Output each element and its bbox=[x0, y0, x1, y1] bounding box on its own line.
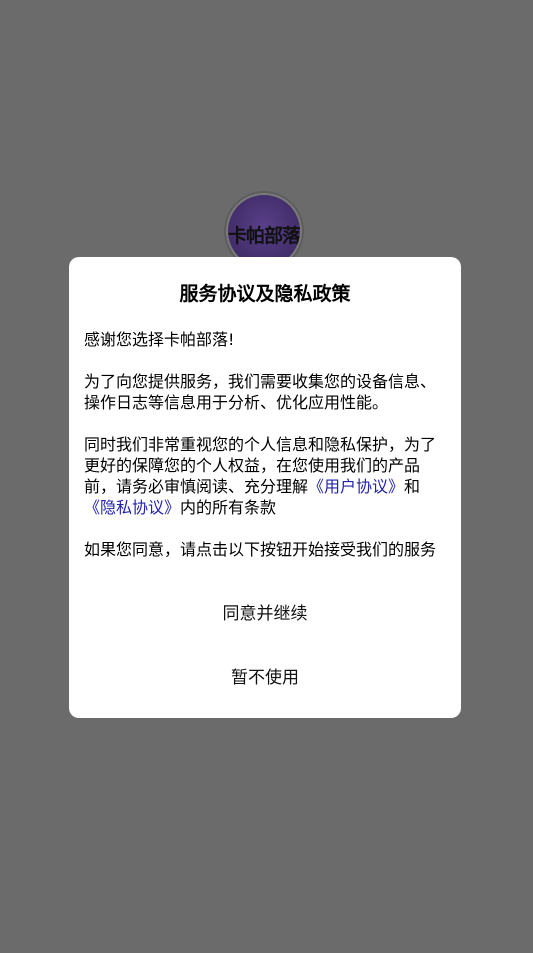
agree-continue-button[interactable]: 同意并继续 bbox=[69, 593, 461, 633]
privacy-agreement-link[interactable]: 《隐私协议》 bbox=[84, 498, 180, 517]
user-agreement-link[interactable]: 《用户协议》 bbox=[308, 477, 404, 496]
decline-button[interactable]: 暂不使用 bbox=[69, 657, 461, 697]
privacy-policy-dialog: 服务协议及隐私政策 感谢您选择卡帕部落! 为了向您提供服务，我们需要收集您的设备… bbox=[69, 257, 461, 718]
data-collection-text: 为了向您提供服务，我们需要收集您的设备信息、操作日志等信息用于分析、优化应用性能… bbox=[84, 372, 437, 412]
dialog-title: 服务协议及隐私政策 bbox=[179, 283, 351, 305]
dialog-body: 感谢您选择卡帕部落! 为了向您提供服务，我们需要收集您的设备信息、操作日志等信息… bbox=[84, 329, 446, 581]
greeting-text: 感谢您选择卡帕部落! bbox=[84, 330, 235, 349]
consent-text: 如果您同意，请点击以下按钮开始接受我们的服务 bbox=[84, 540, 437, 559]
privacy-end-text: 内的所有条款 bbox=[180, 498, 277, 517]
and-text: 和 bbox=[404, 477, 421, 496]
privacy-paragraph: 同时我们非常重视您的个人信息和隐私保护，为了更好的保障您的个人权益，在您使用我们… bbox=[84, 434, 446, 518]
app-logo-text: 卡帕部落 bbox=[228, 225, 300, 247]
